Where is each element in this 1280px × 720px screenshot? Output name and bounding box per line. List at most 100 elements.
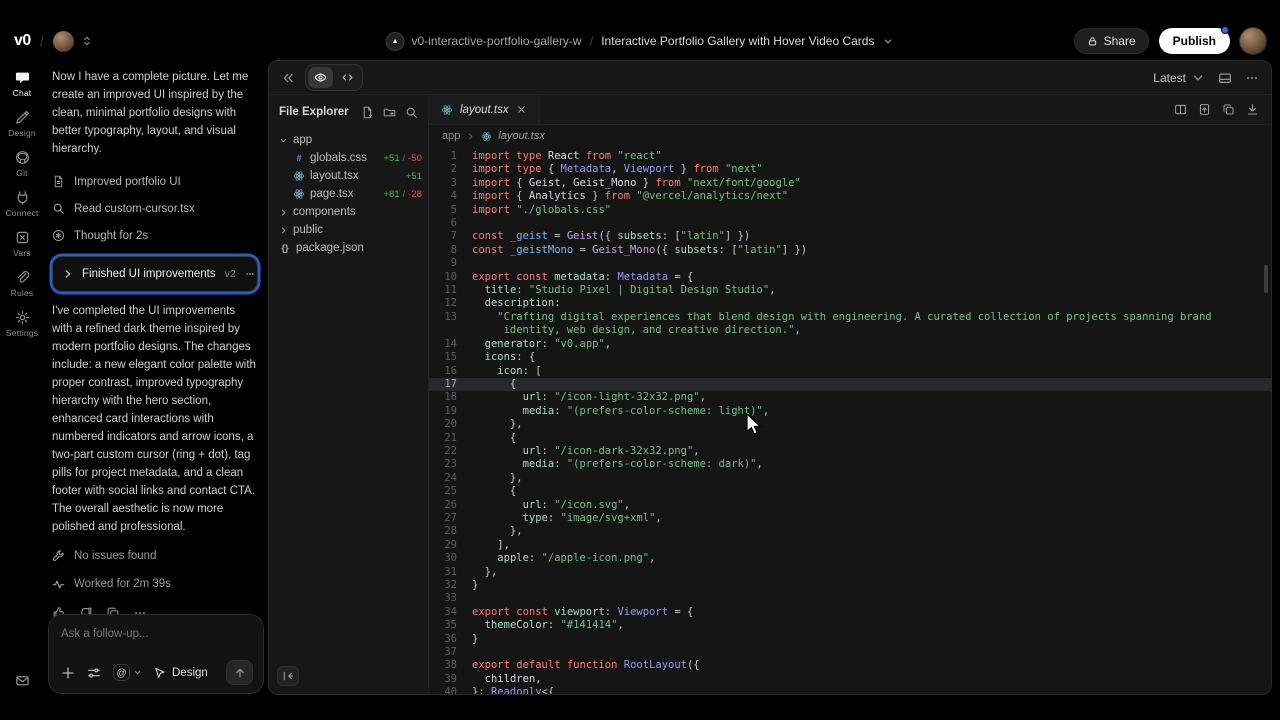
- rules-icon: [15, 270, 30, 285]
- code-line-25: 25 {: [429, 485, 1271, 498]
- tree-item-app[interactable]: app: [275, 131, 422, 149]
- code-line-17: 17 {: [429, 378, 1271, 391]
- chevron-up-down-icon[interactable]: [81, 34, 93, 48]
- rail-item-rules[interactable]: Rules: [5, 270, 38, 298]
- editor-panel: Latest File Explorer: [268, 60, 1272, 695]
- tab-layout-tsx[interactable]: layout.tsx: [429, 95, 540, 124]
- line-number: 17: [429, 378, 457, 391]
- code-line-20: 20 },: [429, 418, 1271, 431]
- version-card[interactable]: Finished UI improvements v2: [52, 256, 258, 292]
- rail-item-label: Git: [16, 168, 27, 178]
- rail-item-connect[interactable]: Connect: [5, 190, 38, 218]
- publish-button[interactable]: Publish: [1159, 28, 1230, 54]
- copy-icon[interactable]: [1222, 103, 1235, 116]
- css-file-icon: #: [293, 152, 305, 164]
- chat-steps: Improved portfolio UI Read custom-cursor…: [52, 168, 258, 249]
- line-number: 33: [429, 592, 457, 605]
- search-icon[interactable]: [405, 106, 418, 119]
- rail-item-label: Settings: [6, 328, 38, 338]
- editor-topbar-right: Latest: [1153, 71, 1259, 85]
- code-line-15: 15 icons: {: [429, 351, 1271, 364]
- code-line-2: 2import type { Metadata, Viewport } from…: [429, 163, 1271, 176]
- more-horizontal-icon[interactable]: [1245, 71, 1259, 85]
- tab-actions: [1174, 103, 1271, 116]
- status-row: Worked for 2m 39s: [52, 575, 258, 593]
- version-dropdown-label: Latest: [1153, 71, 1186, 85]
- tree-item-package.json[interactable]: {}package.json: [275, 239, 422, 257]
- code-line-1: 1import type React from "react": [429, 150, 1271, 163]
- download-icon[interactable]: [1246, 103, 1259, 116]
- mail-icon[interactable]: [15, 673, 30, 688]
- plus-icon[interactable]: [61, 666, 75, 680]
- tree-item-page.tsx[interactable]: page.tsx+81 / -28: [275, 185, 422, 203]
- chevrons-left-icon[interactable]: [281, 71, 295, 85]
- rail-item-vars[interactable]: Vars: [5, 230, 38, 258]
- chat-step[interactable]: Thought for 2s: [52, 222, 258, 249]
- status-label: No issues found: [74, 547, 156, 565]
- preview-toggle-button[interactable]: [308, 67, 333, 88]
- file-explorer-title: File Explorer: [279, 106, 349, 118]
- version-dropdown[interactable]: Latest: [1153, 71, 1205, 85]
- rail-item-settings[interactable]: Settings: [5, 310, 38, 338]
- chat-title[interactable]: Interactive Portfolio Gallery with Hover…: [601, 34, 874, 48]
- design-mode-chip[interactable]: Design: [154, 664, 208, 682]
- collapse-sidebar-button[interactable]: [277, 666, 299, 686]
- share-button[interactable]: Share: [1074, 28, 1149, 54]
- close-icon[interactable]: [516, 104, 527, 115]
- split-panel-icon[interactable]: [1174, 103, 1187, 116]
- design-mode-label: Design: [172, 664, 208, 682]
- connect-icon: [15, 190, 30, 205]
- eye-icon: [314, 71, 327, 84]
- chevron-down-icon: [1191, 71, 1205, 85]
- rail-item-chat[interactable]: Chat: [5, 70, 38, 98]
- code-toggle-button[interactable]: [335, 67, 360, 88]
- line-number: 4: [429, 190, 457, 203]
- chat-step[interactable]: Improved portfolio UI: [52, 168, 258, 195]
- model-selector[interactable]: @: [113, 664, 142, 681]
- follow-up-input[interactable]: Ask a follow-up... @ Design: [48, 614, 264, 694]
- breadcrumb-file[interactable]: layout.tsx: [498, 130, 544, 142]
- breadcrumb-folder[interactable]: app: [442, 130, 460, 142]
- breadcrumb-separator: /: [590, 34, 594, 49]
- code-line-4: 4import { Analytics } from "@vercel/anal…: [429, 190, 1271, 203]
- new-file-icon[interactable]: [361, 106, 374, 119]
- top-header: v0 / ▲ v0-interactive-portfolio-gallery-…: [0, 24, 1280, 58]
- line-number: 25: [429, 485, 457, 498]
- code-line-24: 24 },: [429, 472, 1271, 485]
- code-area[interactable]: 1import type React from "react" 2import …: [429, 147, 1271, 694]
- project-name[interactable]: v0-interactive-portfolio-gallery-w: [412, 34, 582, 48]
- line-number: 13: [429, 311, 457, 338]
- chevron-down-icon: [279, 136, 288, 145]
- sliders-icon[interactable]: [87, 666, 101, 680]
- team-avatar[interactable]: [53, 31, 74, 52]
- chat-step[interactable]: Read custom-cursor.tsx: [52, 195, 258, 222]
- project-icon[interactable]: ▲: [387, 33, 404, 50]
- line-number: 2: [429, 163, 457, 176]
- line-number: 32: [429, 579, 457, 592]
- code-line-13: 13 "Crafting digital experiences that bl…: [429, 311, 1271, 338]
- chevron-down-icon[interactable]: [882, 36, 893, 47]
- browser-panel-icon[interactable]: [1218, 71, 1232, 85]
- rail-item-git[interactable]: Git: [5, 150, 38, 178]
- chevron-right-icon: [279, 208, 288, 217]
- send-button[interactable]: [226, 660, 253, 685]
- user-avatar[interactable]: [1240, 28, 1266, 54]
- code-line-7: 7const _geist = Geist({ subsets: ["latin…: [429, 230, 1271, 243]
- more-icon[interactable]: [245, 269, 255, 279]
- status-row: No issues found: [52, 547, 258, 565]
- scrollbar-thumb[interactable]: [1264, 265, 1268, 293]
- tree-item-globals.css[interactable]: #globals.css+51 / -50: [275, 149, 422, 167]
- view-toggle: [305, 64, 363, 91]
- json-file-icon: {}: [279, 242, 291, 254]
- react-icon: [293, 170, 305, 182]
- new-folder-icon[interactable]: [383, 106, 396, 119]
- code-line-35: 35 themeColor: "#141414",: [429, 619, 1271, 632]
- rail-item-design[interactable]: Design: [5, 110, 38, 138]
- tree-item-layout.tsx[interactable]: layout.tsx+51: [275, 167, 422, 185]
- export-file-icon[interactable]: [1198, 103, 1211, 116]
- chat-step-label: Read custom-cursor.tsx: [74, 200, 195, 218]
- tree-item-public[interactable]: public: [275, 221, 422, 239]
- tree-item-components[interactable]: components: [275, 203, 422, 221]
- line-number: 19: [429, 405, 457, 418]
- tree-item-label: app: [293, 134, 312, 146]
